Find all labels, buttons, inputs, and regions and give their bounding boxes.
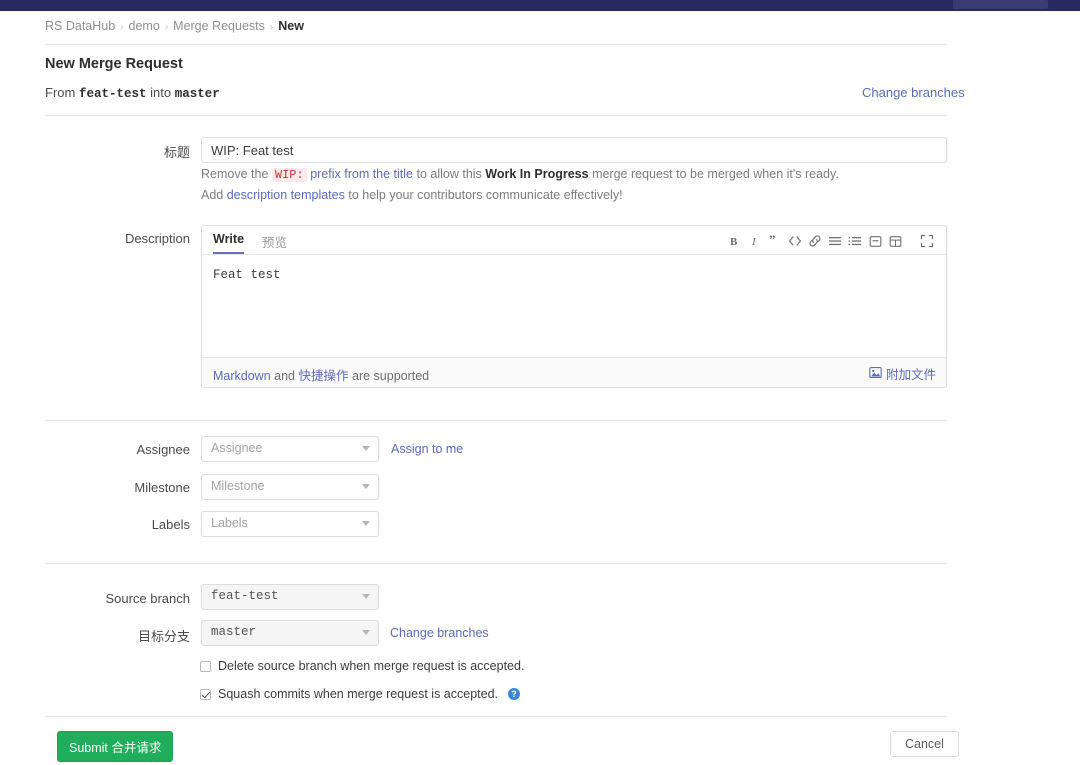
from-into-line: From feat-test into master	[45, 85, 220, 101]
svg-text:”: ”	[769, 235, 776, 247]
labels-label: Labels	[151, 517, 190, 532]
quick-actions-link[interactable]: 快捷操作	[299, 369, 349, 383]
title-field-label: 标题	[163, 145, 190, 160]
hint-mid: to allow this	[416, 167, 482, 181]
breadcrumb-separator: ›	[269, 22, 274, 33]
italic-icon[interactable]: I	[745, 233, 765, 249]
tab-write[interactable]: Write	[213, 232, 245, 254]
milestone-select[interactable]: Milestone	[201, 474, 379, 500]
help-circle-icon[interactable]: ?	[508, 688, 520, 700]
squash-commits-label: Squash commits when merge request is acc…	[218, 687, 498, 701]
assignee-value: Assignee	[211, 441, 263, 455]
submit-merge-request-button[interactable]: Submit 合并请求	[57, 731, 174, 762]
footer-supported: are supported	[352, 369, 430, 383]
image-attach-icon	[869, 366, 882, 382]
delete-source-branch-checkbox[interactable]	[200, 660, 211, 672]
from-word: From	[45, 85, 76, 100]
target-branch-value: master	[211, 625, 257, 639]
global-search-input[interactable]	[953, 0, 1048, 9]
bold-icon[interactable]: B	[725, 233, 745, 249]
source-branch-name: feat-test	[78, 87, 147, 101]
assignee-label: Assignee	[136, 442, 190, 457]
top-navbar	[0, 0, 1080, 11]
breadcrumb-item-new: New	[278, 19, 304, 33]
description-templates-link[interactable]: description templates	[227, 188, 345, 202]
chevron-down-icon	[362, 521, 370, 526]
chevron-down-icon	[362, 446, 370, 451]
assignee-select[interactable]: Assignee	[201, 436, 379, 462]
task-list-icon[interactable]	[865, 233, 885, 249]
breadcrumb-item-project[interactable]: demo	[129, 19, 160, 33]
bullet-list-icon[interactable]	[825, 233, 845, 249]
markdown-link[interactable]: Markdown	[213, 369, 271, 383]
footer-and: and	[274, 369, 296, 383]
description-label: Description	[124, 231, 190, 246]
meta-divider	[45, 563, 947, 564]
breadcrumb-item-group[interactable]: RS DataHub	[45, 19, 115, 33]
labels-select[interactable]: Labels	[201, 511, 379, 537]
numbered-list-icon[interactable]	[845, 233, 865, 249]
attach-file-label: 附加文件	[885, 368, 936, 382]
squash-commits-checkbox[interactable]	[200, 688, 211, 700]
milestone-label: Milestone	[134, 480, 190, 495]
chevron-down-icon	[362, 484, 370, 489]
page-title: New Merge Request	[45, 56, 183, 72]
table-icon[interactable]	[885, 233, 905, 249]
assign-to-me-link[interactable]: Assign to me	[391, 442, 463, 456]
remove-wip-link[interactable]: prefix from the title	[310, 167, 413, 181]
markdown-support-note: Markdown and 快捷操作 are supported	[213, 365, 429, 384]
tab-preview[interactable]: 预览	[262, 232, 287, 257]
source-branch-value: feat-test	[211, 589, 279, 603]
breadcrumb-separator: ›	[164, 22, 169, 33]
hint-prefix: Remove the	[201, 167, 269, 181]
quote-icon[interactable]: ”	[765, 233, 785, 249]
editor-header: Write 预览 B I ”	[202, 226, 946, 255]
breadcrumb-divider	[45, 44, 947, 45]
target-branch-label: 目标分支	[137, 629, 190, 644]
description-editor: Write 预览 B I ” Feat test Markdown and 快捷…	[201, 225, 947, 388]
hint2-suffix: to help your contributors communicate ef…	[348, 188, 623, 202]
title-hint-templates: Add description templates to help your c…	[201, 188, 623, 202]
change-branches-link-bottom[interactable]: Change branches	[390, 626, 489, 640]
breadcrumb: RS DataHub › demo › Merge Requests › New	[45, 19, 304, 33]
source-branch-select: feat-test	[201, 584, 379, 610]
svg-text:I: I	[751, 236, 757, 247]
hint-strong: Work In Progress	[485, 167, 589, 181]
title-input[interactable]	[201, 137, 947, 163]
title-hint-wip: Remove the WIP: prefix from the title to…	[201, 167, 839, 182]
attach-file-button[interactable]: 附加文件	[869, 364, 936, 383]
link-icon[interactable]	[805, 233, 825, 249]
footer-divider	[45, 716, 947, 717]
breadcrumb-item-merge-requests[interactable]: Merge Requests	[173, 19, 265, 33]
header-divider	[45, 115, 947, 116]
editor-footer: Markdown and 快捷操作 are supported 附加文件	[202, 357, 946, 387]
description-textarea[interactable]: Feat test	[202, 256, 946, 357]
into-word: into	[150, 85, 172, 100]
milestone-value: Milestone	[211, 479, 265, 493]
delete-source-branch-label: Delete source branch when merge request …	[218, 659, 525, 673]
change-branches-link-top[interactable]: Change branches	[862, 85, 965, 100]
source-branch-label: Source branch	[105, 591, 190, 606]
code-icon[interactable]	[785, 233, 805, 249]
target-branch-name: master	[174, 87, 220, 101]
fullscreen-icon[interactable]	[917, 233, 937, 249]
target-branch-select[interactable]: master	[201, 620, 379, 646]
hint2-prefix: Add	[201, 188, 224, 202]
svg-text:B: B	[730, 236, 738, 247]
breadcrumb-separator: ›	[120, 22, 124, 33]
squash-commits-row[interactable]: Squash commits when merge request is acc…	[200, 687, 520, 701]
description-divider	[45, 420, 947, 421]
labels-value: Labels	[211, 516, 248, 530]
editor-toolbar: B I ”	[725, 233, 937, 249]
hint-suffix: merge request to be merged when it's rea…	[592, 167, 839, 181]
chevron-down-icon	[362, 630, 370, 635]
chevron-down-icon	[362, 594, 370, 599]
delete-source-branch-row[interactable]: Delete source branch when merge request …	[200, 659, 524, 673]
cancel-button[interactable]: Cancel	[890, 731, 959, 757]
wip-badge: WIP:	[271, 168, 307, 182]
